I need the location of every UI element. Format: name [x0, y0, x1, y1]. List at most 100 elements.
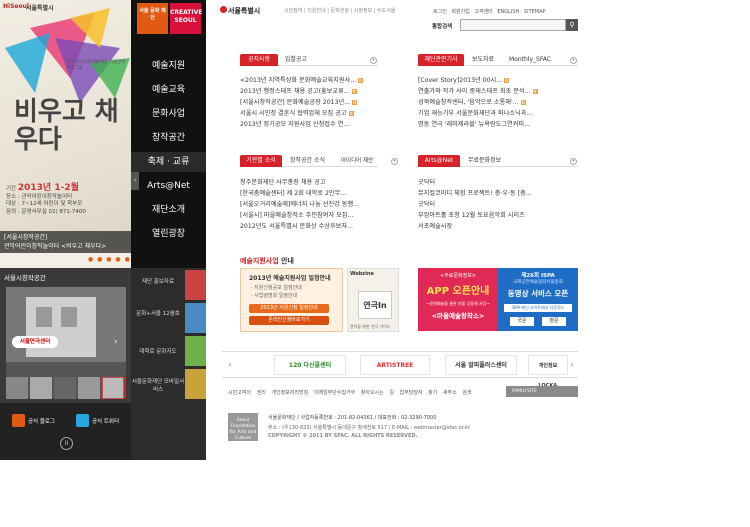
tab-org-news[interactable]: 기관별 소식: [240, 155, 282, 167]
partner-artistree[interactable]: ARTISTREE: [360, 355, 430, 375]
hero-graphic: [5, 8, 130, 103]
banner-title: 2013년 예술지원사업 일정안내: [249, 275, 331, 282]
partner-lock[interactable]: 개인정보 LOCK&: [528, 355, 568, 389]
list-item[interactable]: [Cover Story]2013년 00시... N: [418, 76, 510, 86]
footer-copyright: COPYRIGHT © 2011 BY SFAC. ALL RIGHTS RES…: [268, 433, 418, 439]
list-item[interactable]: 명동 연극 '레미제라블' 뉴욕랑도그연커피...: [418, 120, 530, 130]
ad2-korean-button[interactable]: 국문: [510, 317, 534, 326]
partner-next-icon[interactable]: ›: [568, 357, 576, 373]
nav-item-open-plaza[interactable]: 열린광장: [131, 224, 206, 244]
tab-free-culture[interactable]: 무료문화정보: [468, 155, 501, 167]
tab-press-release[interactable]: 보도자료: [472, 54, 494, 66]
list-item[interactable]: 서초예술시장: [418, 222, 452, 232]
list-item[interactable]: [서울시창작공간] 문화예술공장 2013년... N: [240, 98, 358, 108]
thumb-map[interactable]: [185, 336, 206, 366]
list-item[interactable]: [서울오거리예술제]에너지 나눔 선진강 동행...: [240, 200, 359, 210]
search-label: 통합검색: [432, 24, 453, 30]
more-icon[interactable]: +: [570, 57, 577, 64]
list-item[interactable]: <2013년 지역특성화 문화예술교육지원사... N: [240, 76, 364, 86]
official-twitter-button[interactable]: 공식 트위터: [92, 416, 119, 429]
schedule-button[interactable]: 2013년 지원신청 일정안내: [249, 304, 329, 313]
hero-subtitle: 관악어린이창작놀이터 가을방학프로그램: [66, 60, 126, 71]
list-item[interactable]: 2012년도 서울특별시 문화상 수상후보자...: [240, 222, 353, 232]
sfac-logo[interactable]: 서울 문화 재단: [137, 3, 168, 34]
list-item[interactable]: [한국춤예술센터] 제 2회 대학로 2인무...: [240, 189, 346, 199]
tab-artsnet[interactable]: Arts@Net: [418, 155, 460, 167]
list-item[interactable]: [서울시] 마을예술창작소 주민참여자 모집...: [240, 211, 353, 221]
list-item[interactable]: 뮤지컬코미디 체험 프로젝트! 충·우·동 [충...: [418, 189, 532, 199]
nav-item-art-education[interactable]: 예술교육: [131, 80, 206, 100]
slide-dots[interactable]: ● ● ● ● ●: [88, 256, 131, 263]
list-item[interactable]: 굿닥터: [418, 178, 435, 188]
tab-idea[interactable]: 아이디어 제안: [341, 155, 373, 167]
new-badge: N: [358, 77, 364, 83]
new-badge: N: [504, 77, 510, 83]
more-icon[interactable]: +: [570, 158, 577, 165]
hero-banner[interactable]: HiSeoul 서울특별시 관악어린이창작놀이터 가을방학프로그램 비우고 채우…: [0, 0, 131, 250]
chevron-right-icon[interactable]: ›: [114, 337, 118, 347]
webzine-banner[interactable]: Webzine 연극In 관객을 위한 연극 가이드: [347, 268, 399, 332]
sub-item-mobile[interactable]: 서울문화재단 모바일서비스: [131, 378, 185, 394]
creative-seoul-logo[interactable]: CREATIVE SEOUL: [170, 3, 202, 34]
list-item[interactable]: 성북예술창작센터, '음악으로 소통해'... N: [418, 98, 526, 108]
thumb-magazine[interactable]: [185, 303, 206, 333]
list-item[interactable]: 부암아트홀 초청 12월 토요음악회 시리즈: [418, 211, 525, 221]
ad1-sub: ~문화예술을 통한 마을 공동체 사업~: [426, 301, 490, 306]
nav-item-festival[interactable]: 축제 · 교류: [131, 152, 206, 172]
header-links[interactable]: 시민참여 | 민원안내 | 문화관광 | 시정정보 | 수도서울: [284, 7, 395, 14]
family-site-select[interactable]: FAMILYSITE: [506, 386, 578, 397]
list-item[interactable]: 청주문화재단 사무총장 채용 공고: [240, 178, 326, 188]
collapse-arrow-icon[interactable]: ‹: [131, 172, 139, 190]
list-item[interactable]: 연출가와 작가 사이 중재스태프 최초 분석... N: [418, 87, 538, 97]
webzine-caption: 관객을 위한 연극 가이드: [350, 324, 391, 329]
more-icon[interactable]: +: [370, 57, 377, 64]
seoul-logo[interactable]: 서울특별시: [228, 6, 260, 16]
thumb-pr[interactable]: [185, 270, 206, 300]
blog-icon: [12, 414, 25, 427]
project-section-title: 예술지원사업 안내: [240, 257, 294, 265]
period-label: 기간: [6, 186, 17, 192]
list-item[interactable]: 2013년 정기공모 지원사업 신청접수 연...: [240, 120, 349, 130]
nav-item-creative-space[interactable]: 창작공간: [131, 128, 206, 148]
footer-address: 주소 : (우130-823) 서울특별시 동대문구 청계천로 517 / E-…: [268, 425, 470, 431]
ad2-english-button[interactable]: 영문: [542, 317, 566, 326]
list-item[interactable]: 굿닥터: [418, 200, 435, 210]
utility-links[interactable]: 로그인 회원가입 고객센터 ENGLISH SITEMAP: [433, 8, 546, 15]
thumb-mobile[interactable]: [185, 369, 206, 399]
hero-caption[interactable]: [서울시창작공간] 관악어린이창작놀이터 <비우고 채우다>: [0, 231, 131, 253]
more-icon[interactable]: +: [391, 158, 398, 165]
list-item[interactable]: 기업 재능기부 서울문화재단과 파나소닉과...: [418, 109, 532, 119]
footer-org: 서울문화재단 / 사업자등록번호 : 201-82-04361 / 대표전화 :…: [268, 415, 437, 421]
tab-bid[interactable]: 입찰공고: [285, 54, 307, 66]
nav-item-artsnet[interactable]: Arts@Net: [131, 176, 206, 196]
search-icon[interactable]: ⚲: [566, 19, 578, 31]
info-contact: 문의 : 운영사무실 02) 871-7400: [6, 208, 86, 215]
ad1-title: APP 오픈안내: [426, 286, 490, 297]
partner-prev-icon[interactable]: ‹: [226, 357, 234, 373]
tab-monthly-sfac[interactable]: Monthly_SFAC: [509, 54, 551, 66]
info-target: 대상 : 7~12세 어린이 및 학부모: [6, 201, 83, 207]
ispa-banner[interactable]: 제26회 ISPA 국제공연예술협회서울총회 동영상 서비스 오픈 ISPA 메…: [498, 268, 578, 331]
partner-dasan[interactable]: 120 다산콜센터: [274, 355, 346, 375]
tab-space-news[interactable]: 창작공간 소식: [290, 155, 325, 167]
partner-alpi[interactable]: 서울 알피플러스센터: [445, 355, 517, 375]
pause-icon[interactable]: II: [60, 437, 73, 450]
online-apply-button[interactable]: 온라인신청바로가기: [249, 316, 329, 325]
tab-notice[interactable]: 공지사항: [240, 54, 278, 66]
nav-item-culture-project[interactable]: 문화사업: [131, 104, 206, 124]
tab-press-articles[interactable]: 재단관련기사: [418, 54, 464, 66]
footer-links[interactable]: 시민고객의 권리 개인정보처리방침 이메일무단수집거부 찾아오시는 길 업무담당…: [228, 389, 472, 396]
app-open-banner[interactable]: <무료문화정보> APP 오픈안내 ~문화예술을 통한 마을 공동체 사업~ <…: [418, 268, 498, 331]
search-input[interactable]: [460, 19, 566, 31]
art-support-banner[interactable]: 2013년 예술지원사업 일정안내 · 지원신청공모 일정안내 · 사업설명회 …: [240, 268, 343, 332]
nav-item-art-support[interactable]: 예술지원: [131, 56, 206, 76]
official-blog-button[interactable]: 공식 블로그: [28, 416, 55, 429]
sub-item-map[interactable]: 대학로 문화지도: [131, 348, 185, 356]
space-thumbs[interactable]: [6, 377, 126, 399]
ad1-top: <무료문화정보>: [440, 273, 476, 279]
sub-item-magazine[interactable]: 문화+서울 12월호: [131, 310, 185, 318]
list-item[interactable]: 서울시 시민청 결혼식 협력업체 모집 공고 N: [240, 109, 354, 119]
sub-item-pr[interactable]: 재단 홍보자료: [131, 278, 185, 286]
list-item[interactable]: 2013년 행정스태프 채용 공고(홍보교류... N: [240, 87, 357, 97]
nav-item-about[interactable]: 재단소개: [131, 200, 206, 220]
